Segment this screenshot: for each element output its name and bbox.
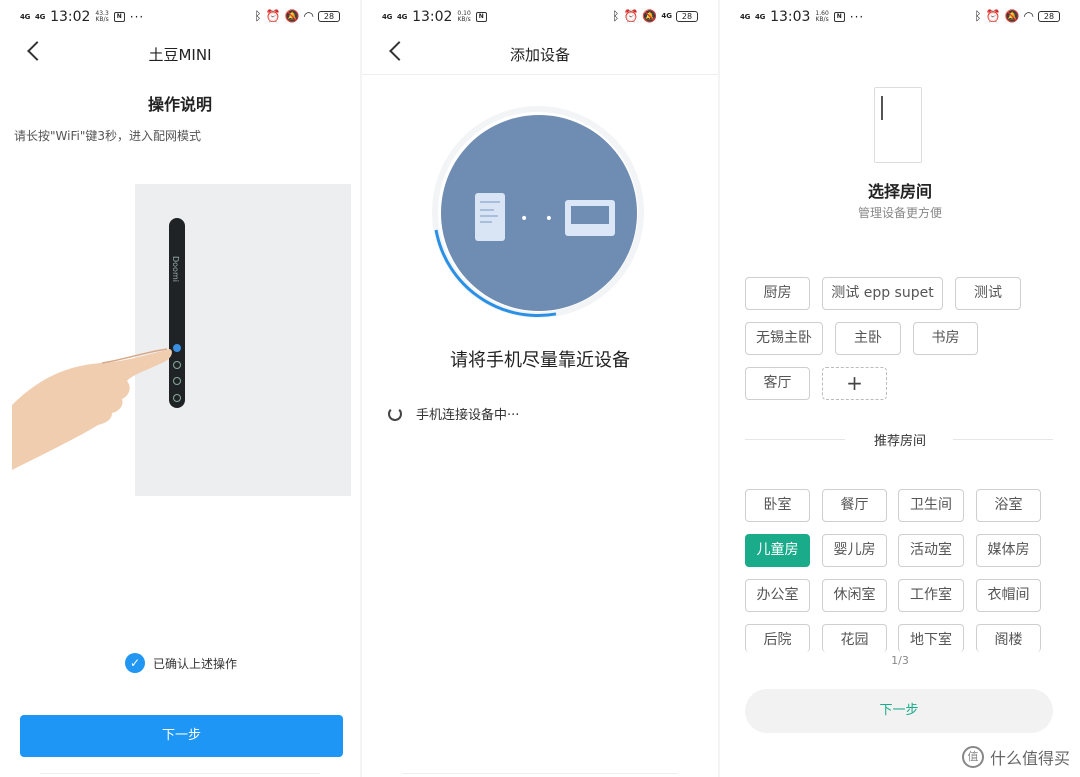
recommended-room-chip[interactable]: 地下室 bbox=[898, 624, 964, 652]
section-heading: 操作说明 bbox=[147, 95, 212, 114]
watermark-text: 什么值得买 bbox=[989, 749, 1070, 768]
wifi-icon: ◠ bbox=[303, 9, 314, 23]
recommended-room-chip[interactable]: 餐厅 bbox=[822, 489, 887, 522]
battery-icon: 28 bbox=[318, 10, 340, 22]
alarm-icon: ⏰ bbox=[623, 9, 639, 23]
device-brand-label: Doomi bbox=[171, 256, 180, 282]
nfc-icon: N bbox=[475, 12, 487, 22]
nav-bar: 土豆MINI bbox=[0, 34, 360, 74]
confirm-checkbox[interactable]: ✓ 已确认上述操作 bbox=[125, 653, 237, 673]
room-chip[interactable]: 厨房 bbox=[745, 277, 810, 310]
status-bar: 4G 4G 13:02 43.3 KB/s N ··· ᛒ ⏰ 🔕 ◠ 28 bbox=[0, 0, 360, 34]
recommended-room-chip[interactable]: 媒体房 bbox=[976, 534, 1041, 567]
phone-icon bbox=[475, 193, 505, 241]
mute-icon: 🔕 bbox=[642, 9, 658, 23]
recommended-room-chip[interactable]: 后院 bbox=[745, 624, 810, 652]
recommended-room-chip[interactable]: 办公室 bbox=[745, 579, 810, 612]
device-icon bbox=[565, 200, 615, 236]
signal-icon: 4G bbox=[20, 12, 31, 21]
recommended-room-chip[interactable]: 衣帽间 bbox=[976, 579, 1041, 612]
device-button-icon bbox=[173, 377, 181, 385]
instruction-message: 请将手机尽量靠近设备 bbox=[450, 350, 630, 371]
watermark: 值 什么值得买 bbox=[961, 745, 1070, 769]
status-bar: 4G 4G 13:03 1.60 KB/s N ··· ᛒ ⏰ 🔕 ◠ 28 bbox=[720, 0, 1080, 34]
page-title: 土豆MINI bbox=[148, 46, 212, 64]
room-chip[interactable]: 书房 bbox=[913, 322, 978, 355]
signal-icon: 4G bbox=[35, 12, 46, 21]
bluetooth-icon: ᛒ bbox=[254, 9, 262, 23]
signal-icon: 4G bbox=[740, 12, 751, 21]
nav-bar: 添加设备 bbox=[362, 34, 718, 74]
alarm-icon: ⏰ bbox=[985, 9, 1001, 23]
recommended-room-chip[interactable]: 活动室 bbox=[898, 534, 964, 567]
network-type-icon: 4G bbox=[661, 12, 672, 20]
watermark-logo-icon: 值 bbox=[961, 746, 984, 768]
room-chip[interactable]: 无锡主卧 bbox=[745, 322, 823, 355]
device-button-icon bbox=[173, 361, 181, 369]
recommended-room-chip[interactable]: 婴儿房 bbox=[822, 534, 887, 567]
recommended-room-chip[interactable]: 休闲室 bbox=[822, 579, 887, 612]
network-speed: 1.60 KB/s bbox=[815, 10, 829, 23]
recommended-room-chip-selected[interactable]: 儿童房 bbox=[745, 534, 810, 567]
page-title: 添加设备 bbox=[509, 46, 570, 64]
recommended-room-chip[interactable]: 卧室 bbox=[745, 489, 810, 522]
status-bar: 4G 4G 13:02 0.10 KB/s N ··· ᛒ ⏰ 🔕 4G 28 bbox=[362, 0, 718, 236]
nav-divider bbox=[362, 74, 718, 75]
recommended-room-chip[interactable]: 工作室 bbox=[898, 579, 964, 612]
wifi-icon: ◠ bbox=[1023, 9, 1034, 23]
recommended-room-chip[interactable]: 阁楼 bbox=[976, 624, 1041, 652]
bottom-divider bbox=[402, 773, 678, 777]
nfc-icon: N bbox=[833, 12, 845, 22]
divider-line bbox=[953, 439, 1053, 440]
alarm-icon: ⏰ bbox=[265, 9, 281, 23]
network-speed: 43.3 KB/s bbox=[95, 10, 109, 23]
bluetooth-icon: ᛒ bbox=[974, 9, 982, 23]
room-chip[interactable]: 测试 bbox=[955, 277, 1021, 310]
recommended-room-chip[interactable]: 浴室 bbox=[976, 489, 1041, 522]
nfc-icon: N bbox=[113, 12, 125, 22]
bluetooth-icon: ᛒ bbox=[612, 9, 620, 23]
room-chip[interactable]: 测试 epp supet bbox=[822, 277, 943, 310]
operation-guide-screen: 4G 4G 13:02 43.3 KB/s N ··· ᛒ ⏰ 🔕 ◠ 28 土… bbox=[0, 0, 360, 777]
next-step-button[interactable]: 下一步 bbox=[20, 715, 343, 757]
add-room-button[interactable]: + bbox=[822, 367, 887, 400]
network-speed: 0.10 KB/s bbox=[457, 10, 471, 23]
checkmark-icon: ✓ bbox=[125, 653, 145, 673]
recommended-room-chip[interactable]: 卫生间 bbox=[898, 489, 964, 522]
loading-text: 手机连接设备中··· bbox=[416, 408, 520, 423]
fridge-icon bbox=[874, 87, 922, 163]
page-title: 选择房间 bbox=[867, 182, 932, 201]
screenshot: 4G 4G 13:02 43.3 KB/s N ··· ᛒ ⏰ 🔕 ◠ 28 土… bbox=[0, 0, 1080, 777]
room-chip[interactable]: 主卧 bbox=[835, 322, 901, 355]
clock: 13:02 bbox=[50, 9, 91, 25]
more-dots-icon: ··· bbox=[849, 10, 865, 24]
wifi-button-icon bbox=[173, 344, 181, 352]
bottom-divider bbox=[40, 773, 320, 777]
battery-icon: 28 bbox=[1038, 10, 1060, 22]
more-dots-icon: ··· bbox=[129, 10, 145, 24]
clock: 13:02 bbox=[412, 9, 453, 25]
next-step-button[interactable]: 下一步 bbox=[745, 689, 1053, 733]
battery-icon: 28 bbox=[676, 10, 698, 22]
instruction-text: 请长按"WiFi"键3秒，进入配网模式 bbox=[14, 129, 201, 143]
loading-status: 手机连接设备中··· bbox=[388, 404, 519, 423]
mute-icon: 🔕 bbox=[1004, 9, 1020, 23]
mute-icon: 🔕 bbox=[284, 9, 300, 23]
page-indicator: 1/3 bbox=[891, 654, 909, 667]
signal-icon: 4G bbox=[397, 12, 408, 21]
add-device-screen: 4G 4G 13:02 0.10 KB/s N ··· ᛒ ⏰ 🔕 4G 28 … bbox=[362, 0, 718, 777]
hand-image bbox=[12, 348, 172, 470]
recommended-room-chip[interactable]: 花园 bbox=[822, 624, 887, 652]
spinner-icon bbox=[388, 406, 402, 421]
confirm-label: 已确认上述操作 bbox=[153, 656, 238, 671]
signal-icon: 4G bbox=[755, 12, 766, 21]
select-room-screen: 4G 4G 13:03 1.60 KB/s N ··· ᛒ ⏰ 🔕 ◠ 28 选… bbox=[720, 0, 1080, 777]
room-chip[interactable]: 客厅 bbox=[745, 367, 810, 400]
signal-icon: 4G bbox=[382, 12, 393, 21]
page-subtitle: 管理设备更方便 bbox=[857, 206, 942, 220]
device-button-icon bbox=[173, 394, 181, 402]
clock: 13:03 bbox=[770, 9, 811, 25]
